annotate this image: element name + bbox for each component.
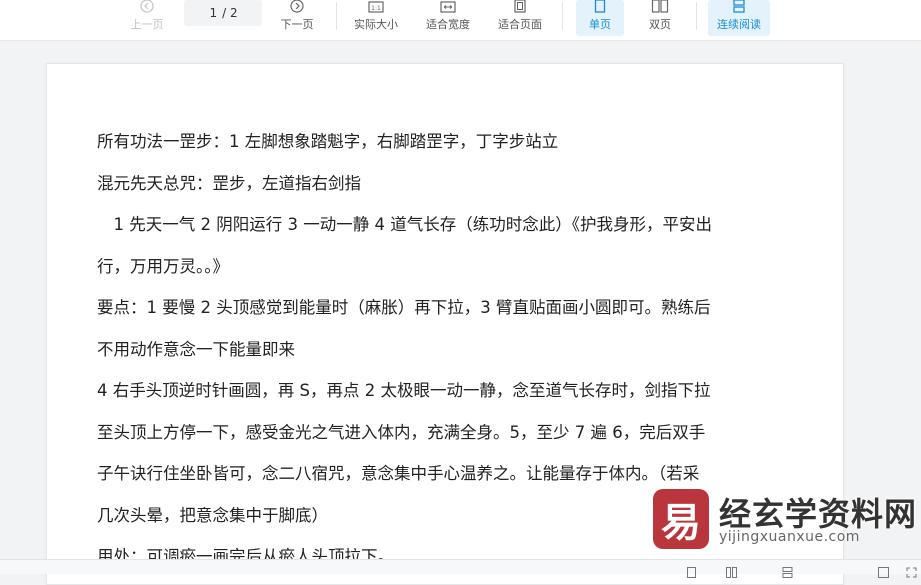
toolbar-divider bbox=[562, 2, 563, 30]
text-line: 1 先天一气 2 阴阳运行 3 一动一静 4 道气长存（练功时念此）《护我身形，… bbox=[97, 215, 712, 234]
continuous-reading-icon bbox=[732, 0, 746, 13]
actual-size-label: 实际大小 bbox=[354, 18, 398, 31]
watermark-url: yijingxuanxue.com bbox=[719, 529, 860, 545]
single-page-icon bbox=[594, 0, 606, 13]
page-view-icon[interactable] bbox=[686, 563, 697, 578]
prev-page-button[interactable]: 上一页 bbox=[120, 0, 174, 36]
text-line: 不用动作意念一下能量即来 bbox=[97, 340, 295, 359]
text-line: 行，万用万灵。。》 bbox=[97, 257, 229, 276]
double-page-label: 双页 bbox=[649, 18, 671, 31]
fit-icon[interactable] bbox=[878, 563, 889, 578]
scroll-view-icon[interactable] bbox=[782, 563, 793, 578]
arrow-right-icon bbox=[290, 0, 304, 13]
watermark-logo-icon: 易 bbox=[653, 489, 709, 549]
watermark: 易 经玄学资料网 yijingxuanxue.com bbox=[653, 485, 916, 555]
text-line: 4 右手头顶逆时针画圆，再 S，再点 2 太极眼一动一静，念至道气长存时，剑指下… bbox=[97, 381, 711, 400]
arrow-left-icon bbox=[140, 0, 154, 13]
status-bar bbox=[0, 559, 921, 578]
toolbar: 上一页 1 / 2 下一页 1:1 实际大小 适合宽度 适合页面 单页 双页 连… bbox=[0, 0, 921, 41]
toolbar-divider bbox=[696, 2, 697, 30]
fullscreen-icon[interactable] bbox=[906, 563, 917, 578]
double-page-icon bbox=[651, 0, 669, 13]
text-line: 要点：1 要慢 2 头顶感觉到能量时（麻胀）再下拉，3 臂直贴面画小圆即可。熟练… bbox=[97, 298, 711, 317]
text-line: 子午诀行住坐卧皆可，念二八宿咒，意念集中手心温养之。让能量存于体内。（若采 bbox=[97, 464, 700, 483]
prev-page-label: 上一页 bbox=[130, 18, 164, 31]
fit-width-icon bbox=[440, 0, 456, 13]
next-page-button[interactable]: 下一页 bbox=[270, 0, 324, 36]
fit-width-label: 适合宽度 bbox=[426, 18, 470, 31]
two-page-view-icon[interactable] bbox=[726, 563, 737, 578]
fit-page-button[interactable]: 适合页面 bbox=[490, 0, 550, 36]
toolbar-divider bbox=[336, 2, 337, 30]
fit-page-icon bbox=[513, 0, 527, 13]
text-line: 至头顶上方停一下，感受金光之气进入体内，充满全身。5，至少 7 遍 6，完后双手 bbox=[97, 423, 706, 442]
double-page-button[interactable]: 双页 bbox=[636, 0, 684, 36]
page-total: / 2 bbox=[222, 6, 238, 20]
continuous-reading-label: 连续阅读 bbox=[717, 18, 761, 31]
text-line: 几次头晕，把意念集中于脚底） bbox=[97, 506, 328, 525]
fit-width-button[interactable]: 适合宽度 bbox=[418, 0, 478, 36]
svg-text:1:1: 1:1 bbox=[371, 5, 381, 12]
page-number-box[interactable]: 1 / 2 bbox=[184, 0, 262, 26]
single-page-button[interactable]: 单页 bbox=[576, 0, 624, 36]
continuous-reading-button[interactable]: 连续阅读 bbox=[708, 0, 770, 36]
actual-size-button[interactable]: 1:1 实际大小 bbox=[346, 0, 406, 36]
fit-page-label: 适合页面 bbox=[498, 18, 542, 31]
page-current-input[interactable]: 1 bbox=[208, 6, 218, 20]
actual-size-icon: 1:1 bbox=[368, 0, 384, 13]
text-line: 所有功法一罡步：1 左脚想象踏魁字，右脚踏罡字，丁字步站立 bbox=[97, 132, 559, 151]
next-page-label: 下一页 bbox=[280, 18, 314, 31]
single-page-label: 单页 bbox=[589, 18, 611, 31]
text-line: 混元先天总咒：罡步，左道指右剑指 bbox=[97, 174, 361, 193]
